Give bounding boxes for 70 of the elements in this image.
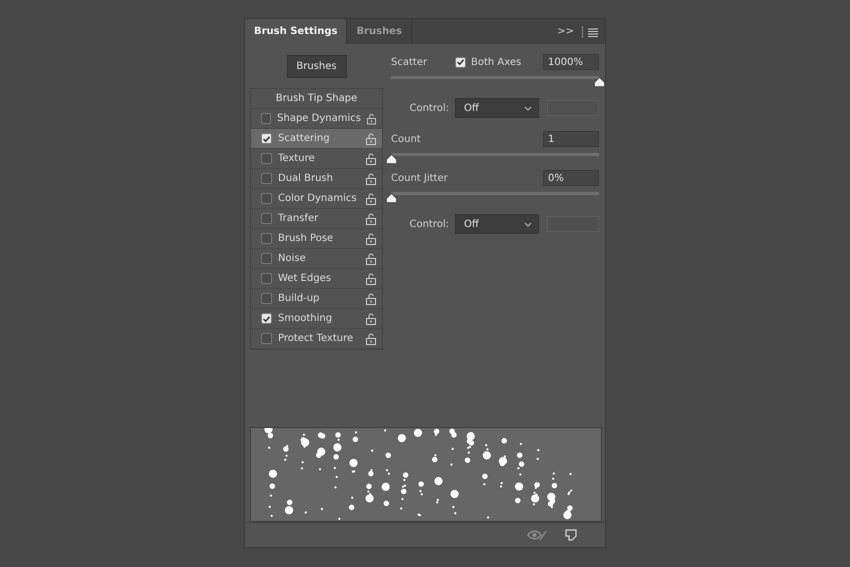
- setting-label: Count: [391, 134, 422, 145]
- option-label: Shape Dynamics: [277, 113, 361, 124]
- value-field[interactable]: 1: [543, 131, 599, 148]
- brush-option-item[interactable]: Transfer: [251, 209, 382, 230]
- lock-icon[interactable]: [366, 132, 376, 145]
- option-label: Dual Brush: [278, 173, 334, 184]
- option-label: Smoothing: [278, 313, 334, 324]
- panel-tab[interactable]: Brush Settings: [245, 19, 348, 44]
- checkbox[interactable]: [261, 293, 272, 304]
- control-dropdown[interactable]: Off: [455, 98, 539, 118]
- option-label: Texture: [278, 153, 316, 164]
- lock-icon[interactable]: [366, 172, 376, 185]
- lock-icon[interactable]: [366, 312, 376, 325]
- lock-icon[interactable]: [366, 112, 376, 125]
- lock-icon[interactable]: [366, 292, 376, 305]
- brush-option-item[interactable]: Smoothing: [251, 309, 382, 330]
- setting-label: Scatter: [391, 56, 428, 68]
- expand-glyph[interactable]: >>: [557, 26, 574, 38]
- menu-icon[interactable]: [582, 26, 599, 38]
- option-label: Wet Edges: [278, 273, 332, 284]
- checkbox-label: Both Axes: [471, 56, 522, 68]
- option-label: Build-up: [278, 293, 320, 304]
- slider-thumb[interactable]: [594, 77, 604, 88]
- option-label: Scattering: [278, 133, 331, 144]
- option-label: Protect Texture: [278, 333, 354, 344]
- control-label: Control:: [408, 102, 449, 114]
- brush-option-item[interactable]: Dual Brush: [251, 169, 382, 190]
- checkbox[interactable]: [261, 133, 272, 144]
- slider-thumb[interactable]: [386, 154, 396, 164]
- lock-icon[interactable]: [366, 152, 376, 165]
- option-label: Noise: [278, 253, 307, 264]
- value-field[interactable]: 0%: [543, 170, 599, 186]
- checkbox[interactable]: [261, 333, 272, 344]
- chevron-down-icon: [524, 222, 532, 227]
- brush-option-item[interactable]: Wet Edges: [251, 269, 382, 290]
- option-label: Brush Pose: [278, 233, 334, 244]
- option-label: Transfer: [278, 213, 320, 224]
- checkbox[interactable]: [261, 193, 272, 204]
- brush-option-item[interactable]: Texture: [251, 149, 382, 170]
- checkbox[interactable]: [261, 253, 272, 264]
- brush-option-item[interactable]: Color Dynamics: [251, 189, 382, 210]
- lock-icon[interactable]: [366, 252, 376, 265]
- checkbox[interactable]: [261, 273, 272, 284]
- control-label: Control:: [408, 218, 449, 230]
- checkbox[interactable]: [261, 313, 272, 324]
- lock-icon[interactable]: [366, 192, 376, 205]
- brush-option-item[interactable]: Brush Pose: [251, 229, 382, 250]
- setting-label: Count Jitter: [391, 172, 449, 184]
- checkbox[interactable]: [261, 173, 272, 184]
- control-dropdown[interactable]: Off: [455, 214, 539, 234]
- lock-icon[interactable]: [366, 332, 376, 345]
- lock-icon[interactable]: [366, 232, 376, 245]
- brush-option-item[interactable]: Noise: [251, 249, 382, 270]
- brushes-button[interactable]: Brushes: [286, 55, 346, 78]
- checkbox[interactable]: [261, 153, 272, 164]
- checkbox[interactable]: [261, 213, 272, 224]
- value-field[interactable]: 1000%: [543, 54, 599, 70]
- brush-option-item[interactable]: Scattering: [251, 129, 382, 150]
- option-label: Color Dynamics: [278, 193, 358, 204]
- checkbox[interactable]: [261, 233, 272, 244]
- brush-option-item[interactable]: Protect Texture: [251, 329, 382, 350]
- checkbox[interactable]: [261, 113, 272, 124]
- lock-icon[interactable]: [366, 212, 376, 225]
- checkbox[interactable]: [455, 56, 466, 68]
- brush-tip-shape-item[interactable]: Brush Tip Shape: [251, 89, 382, 110]
- brush-option-item[interactable]: Build-up: [251, 289, 382, 310]
- chevron-down-icon: [524, 106, 532, 111]
- new-page-icon[interactable]: [565, 529, 577, 542]
- lock-icon[interactable]: [366, 272, 376, 285]
- slider-thumb[interactable]: [386, 193, 396, 204]
